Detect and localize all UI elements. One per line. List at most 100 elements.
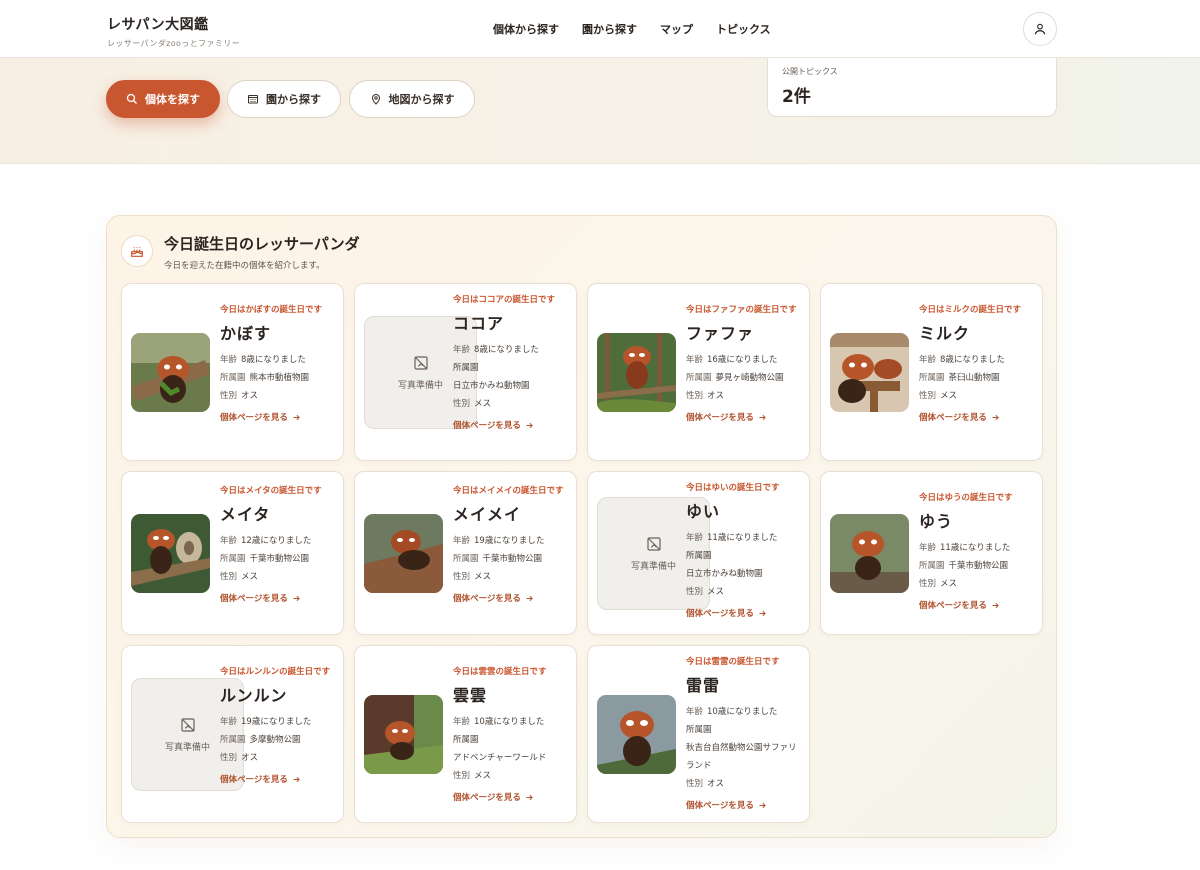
zoo-value: 夢見ヶ崎動物公園 bbox=[715, 373, 784, 383]
search-individuals-button[interactable]: 個体を探す bbox=[106, 80, 220, 118]
panda-card[interactable]: 今日はかぼすの誕生日です かぼす 年齢 8歳になりました 所属園 熊本市動植物園 性… bbox=[121, 283, 344, 461]
view-profile-link[interactable]: 個体ページを見る bbox=[919, 411, 1037, 423]
panda-card[interactable]: 今日はゆうの誕生日です ゆう 年齢 11歳になりました 所属園 千葉市動物公園 性別… bbox=[820, 471, 1043, 635]
view-profile-link[interactable]: 個体ページを見る bbox=[919, 599, 1037, 611]
arrow-right-icon bbox=[526, 794, 533, 800]
view-profile-link[interactable]: 個体ページを見る bbox=[220, 411, 338, 423]
sex-row: 性別 メス bbox=[220, 568, 338, 586]
search-map-button[interactable]: 地図から探す bbox=[349, 80, 475, 118]
age-value: 19歳になりました bbox=[241, 717, 312, 727]
panda-photo[interactable] bbox=[830, 514, 909, 593]
panda-card[interactable]: 写真準備中 今日はゆいの誕生日です ゆい 年齢 11歳になりました 所属園 日立市… bbox=[587, 471, 810, 635]
sex-row: 性別 メス bbox=[453, 767, 571, 785]
search-zoos-button[interactable]: 園から探す bbox=[227, 80, 341, 118]
birthday-label: 今日はメイメイの誕生日です bbox=[453, 486, 564, 496]
zoo-label: 所属園 bbox=[453, 735, 479, 745]
panda-name: メイタ bbox=[220, 505, 271, 524]
birthday-label: 今日はゆいの誕生日です bbox=[686, 483, 780, 493]
panda-name: メイメイ bbox=[453, 505, 522, 524]
age-value: 19歳になりました bbox=[474, 536, 545, 546]
panda-photo[interactable] bbox=[131, 333, 210, 412]
sex-value: オス bbox=[241, 753, 259, 763]
sex-row: 性別 オス bbox=[220, 387, 338, 405]
sex-label: 性別 bbox=[919, 579, 937, 589]
sex-row: 性別 メス bbox=[919, 387, 1037, 405]
panda-card[interactable]: 今日は雲雲の誕生日です 雲雲 年齢 10歳になりました 所属園 アドベンチャーワー… bbox=[354, 645, 577, 823]
no-image-icon bbox=[180, 717, 195, 732]
age-label: 年齢 bbox=[686, 707, 704, 717]
stat-value: 2件 bbox=[782, 87, 811, 107]
panda-info: 今日はファファの誕生日です ファファ 年齢 16歳になりました 所属園 夢見ヶ崎動物… bbox=[686, 303, 804, 423]
panda-info: 今日はメイタの誕生日です メイタ 年齢 12歳になりました 所属園 千葉市動物公園 … bbox=[220, 484, 338, 604]
panda-card[interactable]: 今日はファファの誕生日です ファファ 年齢 16歳になりました 所属園 夢見ヶ崎動物… bbox=[587, 283, 810, 461]
user-account-button[interactable] bbox=[1023, 12, 1057, 46]
no-image-icon bbox=[646, 536, 661, 551]
nav-topics[interactable]: トピックス bbox=[716, 21, 771, 37]
view-profile-label: 個体ページを見る bbox=[220, 594, 288, 604]
site-header: レサパン大図鑑 レッサーパンダzooっとファミリー 個体から探す 園から探す マ… bbox=[0, 0, 1200, 58]
view-profile-link[interactable]: 個体ページを見る bbox=[686, 799, 804, 811]
view-profile-link[interactable]: 個体ページを見る bbox=[453, 592, 571, 604]
panda-photo[interactable] bbox=[597, 695, 676, 774]
panda-photo[interactable] bbox=[131, 514, 210, 593]
arrow-right-icon bbox=[759, 802, 766, 808]
panda-name: ファファ bbox=[686, 324, 755, 343]
panda-photo[interactable] bbox=[364, 695, 443, 774]
zoo-row: 所属園 熊本市動植物園 bbox=[220, 369, 338, 387]
nav-individuals[interactable]: 個体から探す bbox=[493, 21, 559, 37]
panda-info: 今日は雷雷の誕生日です 雷雷 年齢 10歳になりました 所属園 秋吉台自然動物公園… bbox=[686, 655, 804, 811]
view-profile-link[interactable]: 個体ページを見る bbox=[220, 592, 338, 604]
age-row: 年齢 8歳になりました bbox=[919, 351, 1037, 369]
age-row: 年齢 10歳になりました bbox=[686, 703, 804, 721]
panda-photo[interactable] bbox=[364, 514, 443, 593]
age-label: 年齢 bbox=[220, 717, 238, 727]
sex-value: オス bbox=[707, 779, 725, 789]
panda-card[interactable]: 今日はメイタの誕生日です メイタ 年齢 12歳になりました 所属園 千葉市動物公園 … bbox=[121, 471, 344, 635]
panda-info: 今日はゆいの誕生日です ゆい 年齢 11歳になりました 所属園 日立市かみね動物園… bbox=[686, 481, 804, 619]
age-value: 10歳になりました bbox=[707, 707, 778, 717]
age-label: 年齢 bbox=[686, 533, 704, 543]
placeholder-text: 写真準備中 bbox=[630, 561, 676, 572]
view-profile-label: 個体ページを見る bbox=[453, 421, 521, 431]
panda-photo[interactable] bbox=[830, 333, 909, 412]
zoo-value: 千葉市動物公園 bbox=[482, 554, 543, 564]
sex-label: 性別 bbox=[686, 779, 704, 789]
view-profile-link[interactable]: 個体ページを見る bbox=[686, 607, 804, 619]
sex-value: オス bbox=[707, 391, 725, 401]
sex-value: オス bbox=[241, 391, 259, 401]
view-profile-label: 個体ページを見る bbox=[453, 793, 521, 803]
map-pin-icon bbox=[371, 94, 380, 105]
sex-value: メス bbox=[474, 771, 492, 781]
sex-row: 性別 メス bbox=[453, 395, 571, 413]
panda-photo[interactable] bbox=[597, 333, 676, 412]
panda-name: ゆう bbox=[919, 512, 954, 531]
zoo-value: アドベンチャーワールド bbox=[453, 753, 547, 763]
sex-value: メス bbox=[474, 399, 492, 409]
zoo-row: 所属園 千葉市動物公園 bbox=[453, 550, 571, 568]
nav-zoos[interactable]: 園から探す bbox=[582, 21, 637, 37]
panda-card[interactable]: 今日は雷雷の誕生日です 雷雷 年齢 10歳になりました 所属園 秋吉台自然動物公園… bbox=[587, 645, 810, 823]
view-profile-link[interactable]: 個体ページを見る bbox=[220, 773, 338, 785]
sex-row: 性別 メス bbox=[686, 583, 804, 601]
view-profile-link[interactable]: 個体ページを見る bbox=[453, 419, 571, 431]
panda-card[interactable]: 今日はメイメイの誕生日です メイメイ 年齢 19歳になりました 所属園 千葉市動物公… bbox=[354, 471, 577, 635]
panda-name: ココア bbox=[453, 314, 505, 333]
sex-label: 性別 bbox=[220, 391, 238, 401]
age-value: 11歳になりました bbox=[940, 543, 1011, 553]
panda-info: 今日はゆうの誕生日です ゆう 年齢 11歳になりました 所属園 千葉市動物公園 性別… bbox=[919, 491, 1037, 611]
birthday-label: 今日はルンルンの誕生日です bbox=[220, 667, 331, 677]
view-profile-link[interactable]: 個体ページを見る bbox=[686, 411, 804, 423]
brand[interactable]: レサパン大図鑑 レッサーパンダzooっとファミリー bbox=[107, 14, 240, 49]
zoo-value: 秋吉台自然動物公園サファリランド bbox=[686, 743, 797, 771]
birthday-label: 今日はファファの誕生日です bbox=[686, 305, 797, 315]
view-profile-link[interactable]: 個体ページを見る bbox=[453, 791, 571, 803]
birthday-label: 今日はミルクの誕生日です bbox=[919, 305, 1022, 315]
sex-row: 性別 オス bbox=[686, 387, 804, 405]
panda-card[interactable]: 写真準備中 今日はルンルンの誕生日です ルンルン 年齢 19歳になりました 所属園… bbox=[121, 645, 344, 823]
panda-card[interactable]: 今日はミルクの誕生日です ミルク 年齢 8歳になりました 所属園 茶臼山動物園 性別… bbox=[820, 283, 1043, 461]
main-nav: 個体から探す 園から探す マップ トピックス bbox=[493, 21, 794, 37]
panda-card[interactable]: 写真準備中 今日はココアの誕生日です ココア 年齢 8歳になりました 所属園 日立… bbox=[354, 283, 577, 461]
zoo-row: 所属園 千葉市動物公園 bbox=[919, 557, 1037, 575]
nav-map[interactable]: マップ bbox=[660, 21, 693, 37]
view-profile-label: 個体ページを見る bbox=[919, 413, 987, 423]
